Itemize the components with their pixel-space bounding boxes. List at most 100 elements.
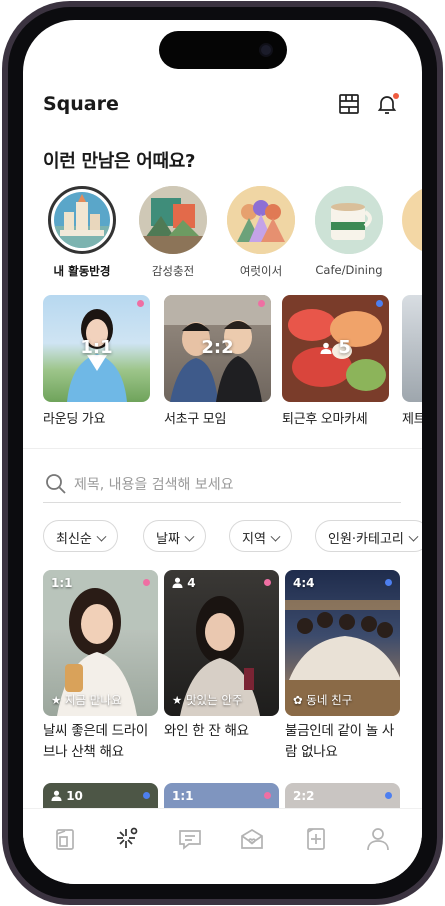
filter-people-category[interactable]: 인원·카테고리 bbox=[315, 520, 422, 552]
meeting-tag: 1:1 bbox=[172, 789, 194, 803]
store-icon[interactable] bbox=[337, 92, 361, 116]
app-title: Square bbox=[43, 93, 119, 115]
tab-create[interactable] bbox=[302, 825, 330, 853]
meeting-thumb: 4 ★ 맛있는 안주 bbox=[164, 570, 279, 716]
dynamic-island bbox=[159, 31, 287, 69]
category-label: 내 활동반경 bbox=[53, 264, 111, 278]
camera-icon bbox=[259, 43, 273, 57]
search-icon bbox=[46, 474, 66, 494]
meeting-card[interactable]: 1:1 ★ 지금 만나요 날씨 좋은데 드라이브나 산책 해요 bbox=[43, 570, 158, 763]
filter-sort[interactable]: 최신순 bbox=[43, 520, 118, 552]
category-group[interactable]: 여럿이서 bbox=[224, 186, 298, 279]
category-label: 감성충전 bbox=[151, 264, 195, 278]
person-icon bbox=[172, 577, 183, 588]
meeting-tag: 4:4 bbox=[293, 576, 315, 590]
meeting-title: 불금인데 같이 놀 사람 없나요 bbox=[285, 723, 394, 760]
chat-icon bbox=[179, 830, 201, 850]
category-label: 반 bbox=[399, 263, 422, 279]
featured-thumb: 2:2 bbox=[164, 295, 271, 402]
filter-label: 지역 bbox=[242, 532, 266, 547]
meeting-card[interactable]: 4:4 ✿ 동네 친구 불금인데 같이 놀 사람 없나요 bbox=[285, 570, 400, 763]
bottom-tab-bar bbox=[23, 808, 422, 884]
status-dot bbox=[376, 300, 383, 307]
tab-chat[interactable] bbox=[176, 825, 204, 853]
status-dot bbox=[264, 579, 271, 586]
filter-label: 날짜 bbox=[156, 532, 180, 547]
meeting-tag: 1:1 bbox=[51, 576, 73, 590]
featured-title: 서초구 모임 bbox=[164, 412, 227, 427]
person-icon bbox=[51, 790, 62, 801]
status-dot bbox=[385, 792, 392, 799]
search-bar[interactable]: 제목, 내용을 검색해 보세요 bbox=[43, 465, 401, 503]
add-post-icon bbox=[307, 828, 325, 850]
meeting-bottom-label: 지금 만나요 bbox=[64, 693, 122, 707]
meeting-bottom-label: 맛있는 안주 bbox=[185, 693, 243, 707]
meeting-title: 날씨 좋은데 드라이브나 산책 해요 bbox=[43, 723, 148, 760]
mail-heart-icon bbox=[241, 829, 263, 849]
category-label: Cafe/Dining bbox=[315, 263, 383, 277]
featured-thumb bbox=[402, 295, 422, 402]
meeting-tag: 2:2 bbox=[293, 789, 315, 803]
featured-card[interactable]: 1:1 라운딩 가요 bbox=[43, 295, 150, 427]
notification-bell-icon[interactable] bbox=[375, 92, 399, 116]
status-dot bbox=[137, 300, 144, 307]
category-partial[interactable]: 반 bbox=[399, 186, 422, 279]
category-thumb bbox=[139, 186, 207, 254]
status-dot bbox=[143, 579, 150, 586]
category-thumb bbox=[402, 186, 422, 254]
featured-card[interactable]: 5 퇴근후 오마카세 bbox=[282, 295, 389, 427]
person-icon bbox=[320, 342, 332, 354]
featured-thumb: 5 bbox=[282, 295, 389, 402]
filter-label: 최신순 bbox=[56, 532, 92, 547]
featured-badge: 2:2 bbox=[201, 337, 234, 358]
chevron-down-icon bbox=[184, 531, 195, 542]
divider bbox=[23, 448, 422, 449]
filter-label: 인원·카테고리 bbox=[328, 532, 404, 547]
meeting-count: 4 bbox=[187, 576, 196, 590]
featured-title: 제트 bbox=[402, 412, 422, 427]
category-my-area[interactable]: 내 활동반경 bbox=[45, 186, 119, 279]
meeting-thumb: 1:1 ★ 지금 만나요 bbox=[43, 570, 158, 716]
meeting-thumb: 4:4 ✿ 동네 친구 bbox=[285, 570, 400, 716]
section-title: 이런 만남은 어때요? bbox=[43, 151, 196, 172]
featured-title: 퇴근후 오마카세 bbox=[282, 412, 368, 427]
status-dot bbox=[385, 579, 392, 586]
featured-badge: 1:1 bbox=[80, 337, 113, 358]
profile-icon bbox=[367, 828, 389, 851]
category-thumb bbox=[315, 186, 383, 254]
category-thumb bbox=[227, 186, 295, 254]
tab-square[interactable] bbox=[113, 825, 141, 853]
status-dot bbox=[264, 792, 271, 799]
filter-region[interactable]: 지역 bbox=[229, 520, 292, 552]
search-placeholder: 제목, 내용을 검색해 보세요 bbox=[74, 477, 234, 493]
meeting-count: 10 bbox=[66, 789, 83, 803]
meeting-card[interactable]: 4 ★ 맛있는 안주 와인 한 잔 해요 bbox=[164, 570, 279, 742]
category-cafe-dining[interactable]: Cafe/Dining bbox=[312, 186, 386, 277]
status-dot bbox=[143, 792, 150, 799]
chevron-down-icon bbox=[270, 531, 281, 542]
featured-card[interactable]: 2:2 서초구 모임 bbox=[164, 295, 271, 427]
tab-mailbox[interactable] bbox=[238, 825, 266, 853]
featured-thumb: 1:1 bbox=[43, 295, 150, 402]
meeting-bottom-label: 동네 친구 bbox=[306, 693, 353, 707]
meeting-bottom-tag: ★ 맛있는 안주 bbox=[172, 693, 243, 707]
category-thumb bbox=[48, 186, 116, 254]
meeting-tag: 10 bbox=[51, 789, 83, 803]
chevron-down-icon bbox=[96, 531, 107, 542]
category-emotional[interactable]: 감성충전 bbox=[136, 186, 210, 279]
app-screen: Square 이런 만남은 어때요? 내 활동반경 감성충전 여럿이서 Cafe… bbox=[23, 20, 422, 884]
chevron-down-icon bbox=[408, 531, 419, 542]
meeting-title: 와인 한 잔 해요 bbox=[164, 723, 249, 739]
status-dot bbox=[258, 300, 265, 307]
featured-card-partial[interactable]: 제트 bbox=[402, 295, 422, 427]
featured-count: 5 bbox=[338, 337, 351, 358]
category-label: 여럿이서 bbox=[239, 264, 283, 278]
meeting-bottom-tag: ★ 지금 만나요 bbox=[51, 693, 122, 707]
filter-date[interactable]: 날짜 bbox=[143, 520, 206, 552]
tab-home[interactable] bbox=[51, 825, 79, 853]
featured-title: 라운딩 가요 bbox=[43, 412, 106, 427]
notification-dot bbox=[393, 93, 399, 99]
tab-profile[interactable] bbox=[364, 825, 392, 853]
meeting-bottom-tag: ✿ 동네 친구 bbox=[293, 693, 353, 707]
meeting-tag: 4 bbox=[172, 576, 196, 590]
